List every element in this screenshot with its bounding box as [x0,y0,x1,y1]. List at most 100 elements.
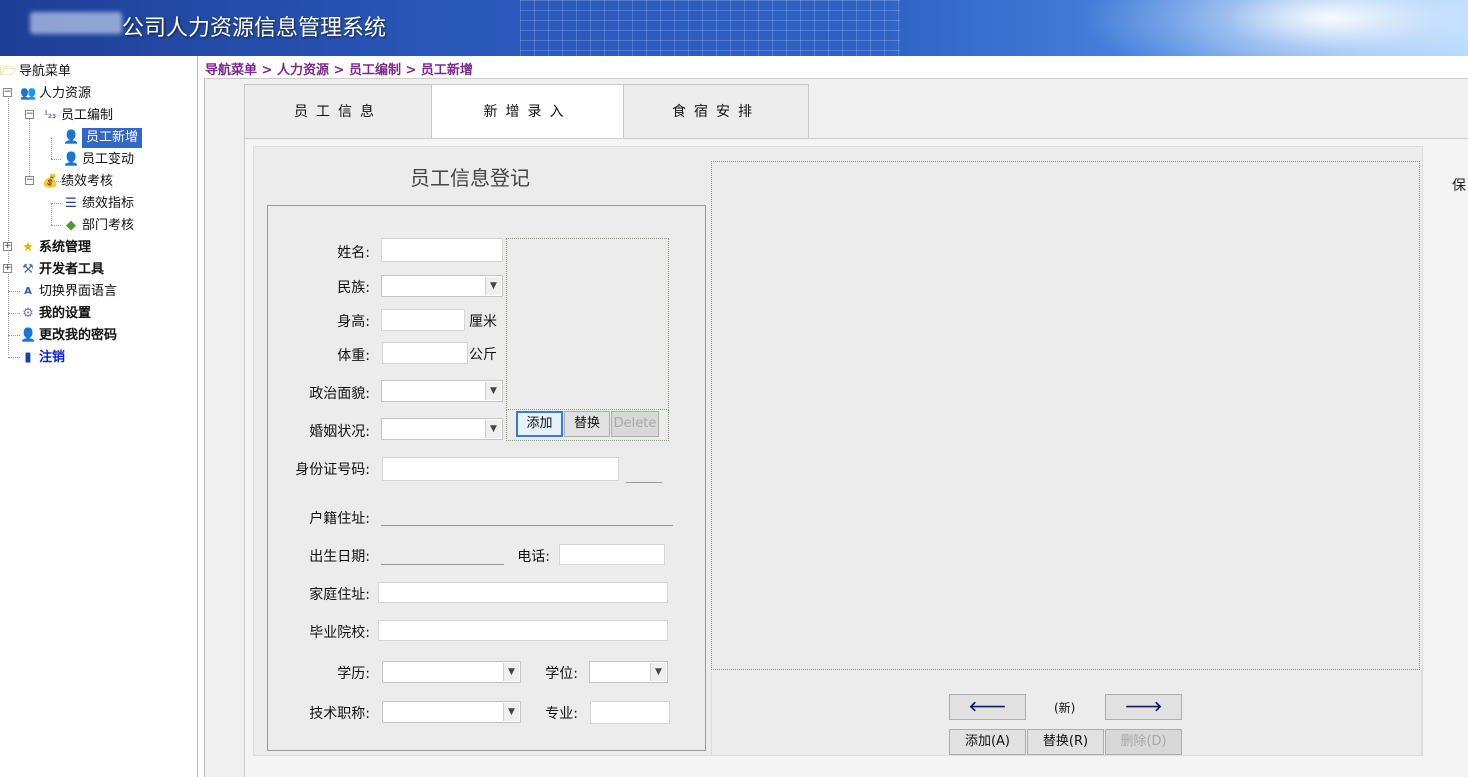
language-icon: A [24,286,32,297]
expander-system[interactable]: + [3,242,12,251]
door-exit-icon: ▮ [24,350,32,365]
nav-item-language[interactable]: A 切换界面语言 [20,282,117,302]
nav-item-dev-tools[interactable]: ⚒ 开发者工具 [20,260,104,280]
breadcrumb-item[interactable]: 员工编制 [349,63,401,78]
next-record-button[interactable]: 🡒 [1105,694,1182,720]
arrow-right-icon: 🡒 [1124,699,1163,715]
weight-unit: 公斤 [469,347,497,363]
name-label: 姓名: [337,245,370,261]
photo-frame [506,238,669,410]
nav-item-dept-review[interactable]: ◆ 部门考核 [63,216,134,236]
nav-item-staffing[interactable]: ¹₂₃ 员工编制 [42,106,113,126]
idcard-extra [626,482,662,483]
app-title: 公司人力资源信息管理系统 [122,16,387,41]
nav-item-kpi[interactable]: ☰ 绩效指标 [63,194,134,214]
birth-label: 出生日期: [309,549,370,565]
replace-record-button[interactable]: 替换(R) [1027,729,1104,755]
photo-add-button[interactable]: 添加 [516,411,563,437]
domicile-label: 户籍住址: [309,511,370,527]
folder-open-icon: 🗁 [0,64,17,79]
chevron-down-icon: ▼ [650,663,666,681]
height-input[interactable] [381,309,465,331]
nav-item-settings[interactable]: ⚙ 我的设置 [20,304,91,324]
major-label: 专业: [545,706,578,722]
money-bag-icon: 💰 [42,174,59,189]
blurred-company-name [30,12,122,34]
photo-replace-button[interactable]: 替换 [564,411,610,437]
tab-new-entry[interactable]: 新增录入 [431,84,624,140]
tab-employee-info[interactable]: 员工信息 [244,84,432,139]
weight-input[interactable] [382,342,468,364]
nav-item-change-password[interactable]: 👤 更改我的密码 [20,326,117,346]
chevron-down-icon: ▼ [485,277,501,295]
expander-staffing[interactable]: − [25,110,34,119]
nav-item-employee-change[interactable]: 👤 员工变动 [63,150,134,170]
title-select[interactable]: ▼ [382,701,521,723]
breadcrumb-item[interactable]: 员工新增 [421,63,473,78]
add-record-button[interactable]: 添加(A) [949,729,1026,755]
chevron-down-icon: ▼ [503,663,519,681]
preview-frame [711,161,1420,670]
title-label: 技术职称: [309,706,370,722]
user-edit-icon: 👤 [63,152,80,167]
form-title: 员工信息登记 [410,166,530,190]
nav-item-hr[interactable]: 👥 人力资源 [20,84,91,104]
height-label: 身高: [337,314,370,330]
school-input[interactable] [378,620,668,641]
nav-item-performance[interactable]: 💰 绩效考核 [42,172,113,192]
record-status: (新) [1054,701,1076,715]
nav-item-logout[interactable]: ▮ 注销 [20,348,65,368]
chevron-down-icon: ▼ [485,420,501,438]
expander-performance[interactable]: − [25,176,34,185]
political-select[interactable]: ▼ [381,380,503,402]
tools-icon: ⚒ [22,262,34,277]
numbers-icon: ¹₂₃ [43,110,57,121]
nav-root[interactable]: 🗁 导航菜单 [0,62,71,82]
expander-hr[interactable]: − [3,88,12,97]
education-select[interactable]: ▼ [382,661,521,683]
home-input[interactable] [378,582,668,603]
save-button-partial[interactable]: 保 [1452,175,1466,195]
nav-item-system[interactable]: ★ 系统管理 [20,238,91,258]
chevron-down-icon: ▼ [485,382,501,400]
phone-input[interactable] [559,544,665,565]
nav-item-new-employee[interactable]: 👤 员工新增 [63,128,143,148]
eraser-icon: ◆ [66,218,76,233]
user-key-icon: 👤 [20,328,37,343]
degree-select[interactable]: ▼ [589,661,668,683]
major-input[interactable] [590,701,670,724]
political-label: 政治面貌: [309,386,370,402]
users-icon: 👥 [20,86,37,101]
name-input[interactable] [381,238,503,262]
domicile-input[interactable] [381,525,673,526]
ethnicity-label: 民族: [337,280,370,296]
education-label: 学历: [337,666,370,682]
header-decoration [520,0,900,56]
header-glow [1080,0,1468,56]
school-label: 毕业院校: [309,625,370,641]
idcard-label: 身份证号码: [295,462,370,478]
app-header: 公司人力资源信息管理系统 [0,0,1468,56]
breadcrumb-item[interactable]: 导航菜单 [205,63,257,78]
delete-record-button[interactable]: 删除(D) [1105,729,1182,755]
ethnicity-select[interactable]: ▼ [381,275,503,297]
list-icon: ☰ [65,196,77,211]
height-unit: 厘米 [469,314,497,330]
star-icon: ★ [22,240,34,255]
tab-accommodation[interactable]: 食宿安排 [623,84,809,139]
marital-label: 婚姻状况: [309,424,370,440]
idcard-input[interactable] [382,457,619,481]
phone-label: 电话: [517,549,550,565]
expander-dev[interactable]: + [3,264,12,273]
photo-delete-button[interactable]: Delete [611,411,659,437]
marital-select[interactable]: ▼ [381,418,503,440]
prev-record-button[interactable]: 🡐 [949,694,1026,720]
breadcrumb-item[interactable]: 人力资源 [277,63,329,78]
arrow-left-icon: 🡐 [968,699,1007,715]
user-add-icon: 👤 [63,130,80,145]
breadcrumb: 导航菜单 > 人力资源 > 员工编制 > 员工新增 [205,63,473,78]
birth-date-input[interactable] [381,564,504,565]
weight-label: 体重: [337,348,370,364]
home-label: 家庭住址: [309,587,370,603]
degree-label: 学位: [545,666,578,682]
